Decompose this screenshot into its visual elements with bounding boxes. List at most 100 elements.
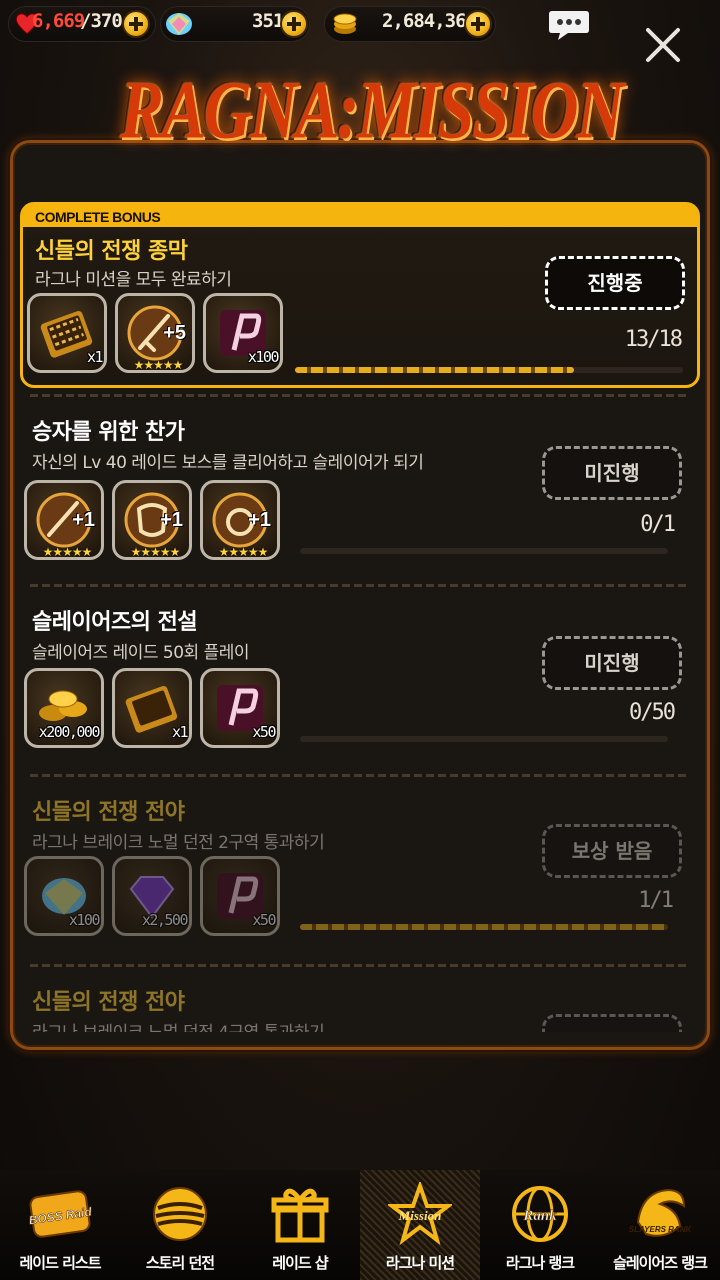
mission-state-button[interactable]: 보상 받음 xyxy=(542,824,682,878)
mission-logo-text: Mission xyxy=(398,1208,442,1223)
nav-story-dungeon[interactable]: 스토리 던전 xyxy=(120,1170,240,1280)
reward-slot[interactable]: x1 xyxy=(112,668,192,748)
divider xyxy=(30,394,690,397)
page-title: RAGNA:MISSION xyxy=(120,52,624,182)
divider xyxy=(30,964,690,967)
mission-star-icon: Mission xyxy=(388,1182,452,1246)
reward-quantity: x200,000 xyxy=(38,723,101,741)
reward-slot[interactable]: x2,500 xyxy=(112,856,192,936)
mission-card-completed: 신들의 전쟁 전야 라그나 브레이크 노멀 던전 2구역 통과하기 보상 받음 … xyxy=(20,778,700,962)
slayers-rank-logo-text: SLAYERS RANK xyxy=(629,1225,692,1234)
mission-state-button[interactable]: 미진행 xyxy=(542,636,682,690)
rank-globe-icon: Rank xyxy=(512,1186,568,1242)
reward-quantity: x50 xyxy=(252,911,276,929)
mission-card-completed: 신들의 전쟁 전야 라그나 브레이크 노멀 던전 4구역 통과하기 xyxy=(20,968,700,1032)
mission-description: 슬레이어즈 레이드 50회 플레이 xyxy=(32,643,250,663)
complete-bonus-label: COMPLETE BONUS xyxy=(35,209,161,225)
complete-bonus-banner: COMPLETE BONUS xyxy=(23,205,697,227)
nav-label: 레이드 리스트 xyxy=(19,1254,101,1272)
reward-slot[interactable]: +1 ★★★★★ xyxy=(24,480,104,560)
nav-label: 라그나 미션 xyxy=(385,1254,455,1272)
reward-plus: +1 xyxy=(72,509,95,531)
reward-quantity: x2,500 xyxy=(141,911,189,929)
reward-plus: +1 xyxy=(248,509,271,531)
nav-ragna-mission[interactable]: Mission 라그나 미션 xyxy=(360,1170,480,1280)
progress-fill xyxy=(295,367,575,373)
rainbow-gem-icon xyxy=(166,13,192,35)
add-gold-button[interactable] xyxy=(464,10,492,38)
gift-box-icon xyxy=(271,1188,329,1243)
reward-stars: ★★★★★ xyxy=(133,358,184,372)
reward-slot[interactable]: x50 xyxy=(200,856,280,936)
gold-coin-icon xyxy=(333,13,357,34)
reward-slot[interactable]: x100 xyxy=(203,293,283,373)
reward-slot[interactable]: x100 xyxy=(24,856,104,936)
mission-state-button[interactable] xyxy=(542,1014,682,1032)
mission-list[interactable]: COMPLETE BONUS 신들의 전쟁 종막 라그나 미션을 모두 완료하기… xyxy=(20,202,700,1032)
chat-icon[interactable] xyxy=(548,8,590,42)
mission-description: 자신의 Lv 40 레이드 보스를 클리어하고 슬레이어가 되기 xyxy=(32,453,424,473)
mission-card: 슬레이어즈의 전설 슬레이어즈 레이드 50회 플레이 미진행 x200,000… xyxy=(20,588,700,772)
reward-quantity: x1 xyxy=(86,348,104,366)
mission-title: 신들의 전쟁 전야 xyxy=(32,990,185,1015)
mission-title: 신들의 전쟁 전야 xyxy=(32,800,185,825)
mission-progress: 0/50 xyxy=(629,700,676,725)
divider xyxy=(30,774,690,777)
reward-plus: +1 xyxy=(160,509,183,531)
stamina-max: /370 xyxy=(80,10,123,32)
mission-state-button[interactable]: 진행중 xyxy=(545,256,685,310)
reward-plus: +5 xyxy=(163,322,186,344)
slayers-rank-icon: SLAYERS RANK xyxy=(629,1188,692,1237)
reward-stars: ★★★★★ xyxy=(130,545,181,559)
mission-description: 라그나 브레이크 노멀 던전 4구역 통과하기 xyxy=(32,1018,325,1032)
reward-slot[interactable]: +5 ★★★★★ xyxy=(115,293,195,373)
nav-raid-list[interactable]: BOSS Raid 레이드 리스트 xyxy=(0,1170,120,1280)
nav-label: 라그나 랭크 xyxy=(505,1254,575,1272)
mission-description: 라그나 미션을 모두 완료하기 xyxy=(35,270,232,290)
mission-description: 라그나 브레이크 노멀 던전 2구역 통과하기 xyxy=(32,833,325,853)
reward-quantity: x1 xyxy=(171,723,189,741)
progress-track xyxy=(295,367,683,373)
progress-track xyxy=(300,548,668,554)
reward-slot[interactable]: x1 xyxy=(27,293,107,373)
nav-ragna-rank[interactable]: Rank 라그나 랭크 xyxy=(480,1170,600,1280)
reward-slot[interactable]: +1 ★★★★★ xyxy=(112,480,192,560)
reward-stars: ★★★★★ xyxy=(42,545,93,559)
stamina-value: 6,669 xyxy=(32,10,85,32)
mission-progress: 1/1 xyxy=(638,888,674,913)
reward-quantity: x100 xyxy=(68,911,101,929)
mission-title: 슬레이어즈의 전설 xyxy=(32,610,198,635)
mission-progress: 0/1 xyxy=(640,512,676,537)
nav-label: 슬레이어즈 랭크 xyxy=(613,1254,708,1272)
mission-card: 승자를 위한 찬가 자신의 Lv 40 레이드 보스를 클리어하고 슬레이어가 … xyxy=(20,398,700,582)
reward-quantity: x100 xyxy=(247,348,280,366)
reward-stars: ★★★★★ xyxy=(218,545,269,559)
close-icon[interactable] xyxy=(644,26,682,64)
mission-title: 신들의 전쟁 종막 xyxy=(35,239,188,264)
rank-logo-text: Rank xyxy=(522,1208,557,1224)
divider xyxy=(30,584,690,587)
reward-slot[interactable]: +1 ★★★★★ xyxy=(200,480,280,560)
nav-label: 레이드 샵 xyxy=(272,1254,328,1272)
gold-value: 2,684,364 xyxy=(382,10,477,32)
nav-label: 스토리 던전 xyxy=(145,1254,215,1272)
nav-slayers-rank[interactable]: SLAYERS RANK 슬레이어즈 랭크 xyxy=(600,1170,720,1280)
progress-fill xyxy=(300,924,668,930)
add-gem-button[interactable] xyxy=(280,10,308,38)
bottom-nav: BOSS Raid 레이드 리스트 스토리 던전 레이드 샵 Mission 라… xyxy=(0,1170,720,1280)
mission-card-complete-bonus: COMPLETE BONUS 신들의 전쟁 종막 라그나 미션을 모두 완료하기… xyxy=(20,202,700,388)
mission-state-button[interactable]: 미진행 xyxy=(542,446,682,500)
gem-value: 351 xyxy=(252,10,284,32)
boss-raid-icon: BOSS Raid xyxy=(28,1190,92,1238)
story-orb-icon xyxy=(153,1187,207,1241)
title-logo-text: RAGNA:MISSION xyxy=(120,64,624,156)
nav-raid-shop[interactable]: 레이드 샵 xyxy=(240,1170,360,1280)
mission-progress: 13/18 xyxy=(624,327,683,352)
mission-title: 승자를 위한 찬가 xyxy=(32,420,185,445)
add-stamina-button[interactable] xyxy=(122,10,150,38)
progress-track xyxy=(300,924,668,930)
reward-slot[interactable]: x200,000 xyxy=(24,668,104,748)
reward-quantity: x50 xyxy=(252,723,276,741)
reward-slot[interactable]: x50 xyxy=(200,668,280,748)
currency-bar: 6,669 /370 351 2,684,364 xyxy=(0,0,720,62)
